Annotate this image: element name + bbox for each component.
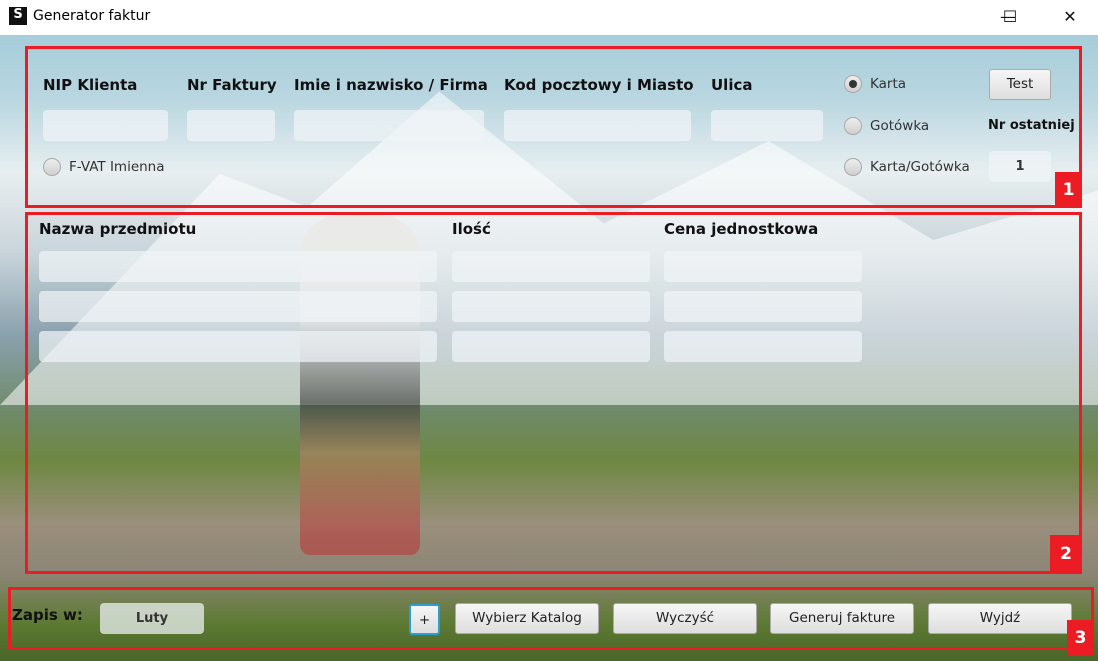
annotation-label-1: 1 [1055,172,1082,208]
annotation-box-3 [8,587,1094,650]
annotation-box-1 [25,46,1082,208]
window-title: Generator faktur [33,8,151,24]
annotation-label-2: 2 [1050,535,1082,574]
app-logo-icon: S [9,7,27,25]
annotation-label-3: 3 [1067,620,1094,656]
annotation-box-2 [25,212,1082,574]
close-button[interactable]: ✕ [1047,0,1093,33]
maximize-button[interactable]: ☐ [987,0,1033,33]
title-bar: S Generator faktur — ☐ ✕ [0,0,1098,35]
